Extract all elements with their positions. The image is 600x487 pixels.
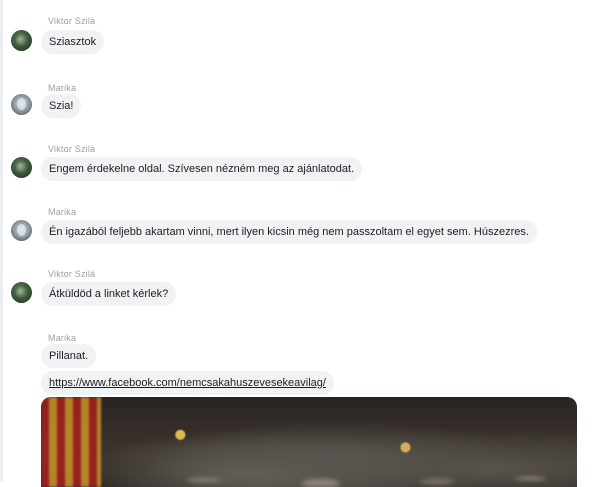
message-bubble[interactable]: Sziasztok xyxy=(41,30,105,54)
avatar[interactable] xyxy=(11,220,32,241)
link-bubble[interactable]: https://www.facebook.com/nemcsakahuszeve… xyxy=(41,371,334,395)
sender-name: Viktor Szilá xyxy=(48,269,96,279)
sender-name: Marika xyxy=(48,207,77,217)
message-bubble[interactable]: Szia! xyxy=(41,94,82,118)
sender-name: Viktor Szilá xyxy=(48,144,96,154)
message-bubble[interactable]: Átküldöd a linket kérlek? xyxy=(41,282,177,306)
avatar[interactable] xyxy=(11,282,32,303)
sender-name: Viktor Szilá xyxy=(48,16,96,26)
facebook-link[interactable]: https://www.facebook.com/nemcsakahuszeve… xyxy=(49,377,326,389)
flag-image-part xyxy=(41,397,101,487)
sender-name: Marika xyxy=(48,83,77,93)
sidebar-edge xyxy=(0,0,3,482)
avatar[interactable] xyxy=(11,157,32,178)
shared-photo[interactable] xyxy=(41,397,577,487)
avatar[interactable] xyxy=(11,94,32,115)
message-bubble[interactable]: Engem érdekelne oldal. Szívesen nézném m… xyxy=(41,157,363,181)
message-bubble[interactable]: Pillanat. xyxy=(41,344,97,368)
message-bubble[interactable]: Én igazából feljebb akartam vinni, mert … xyxy=(41,220,537,244)
crowd-image-part xyxy=(111,417,577,487)
avatar[interactable] xyxy=(11,30,32,51)
sender-name: Marika xyxy=(48,333,77,343)
